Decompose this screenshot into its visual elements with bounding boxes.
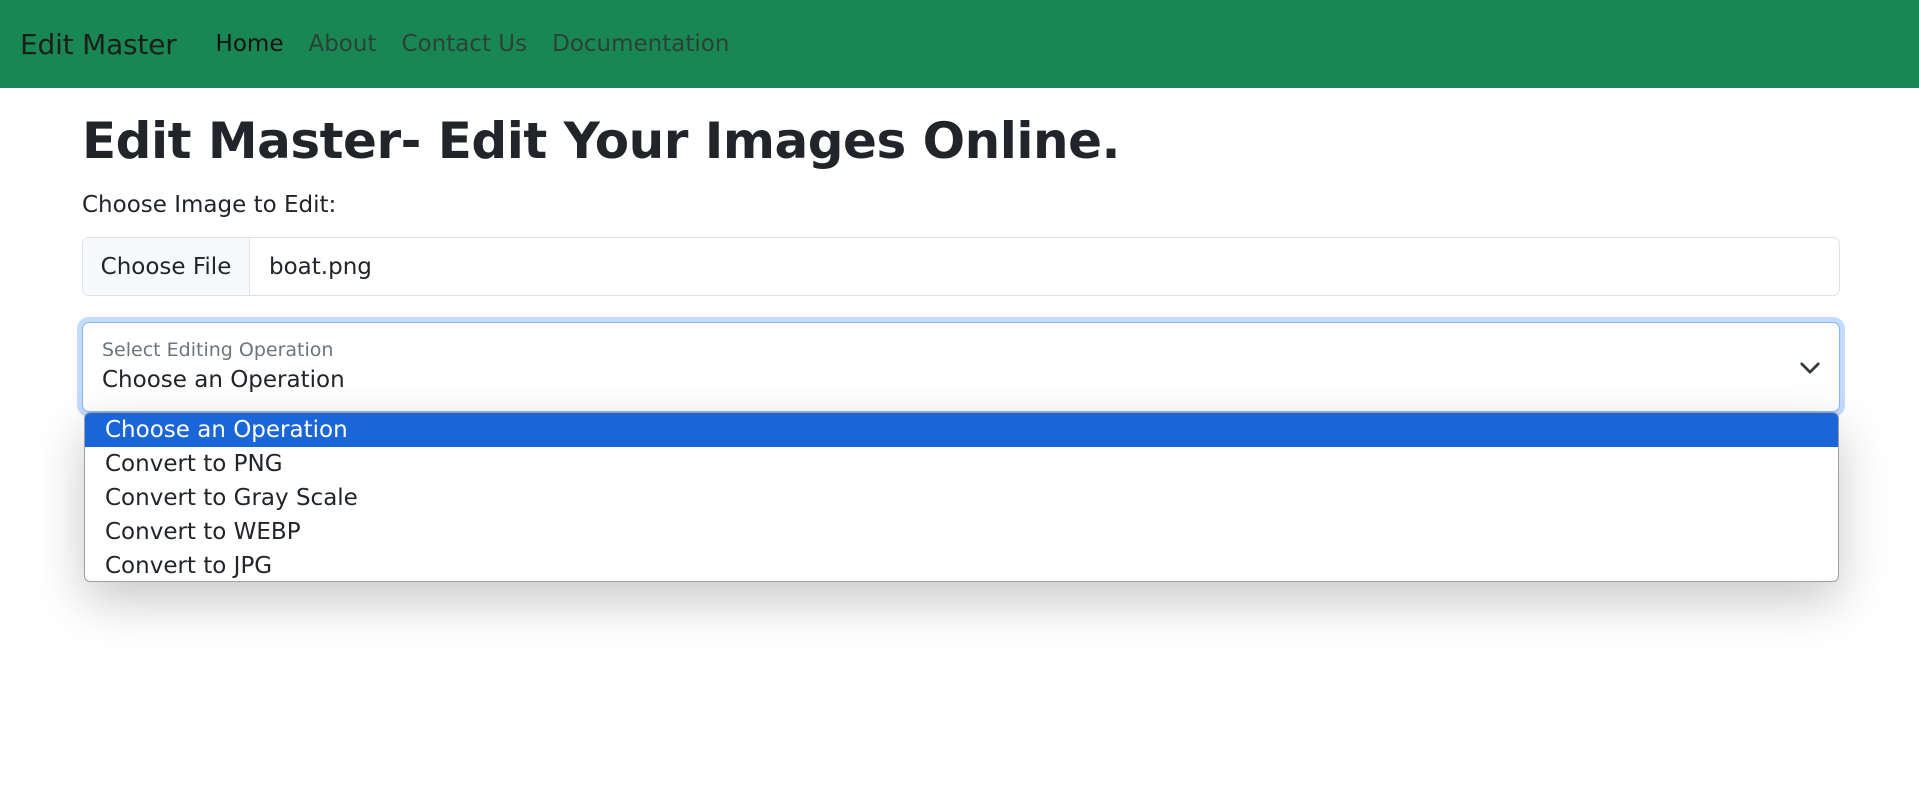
chevron-down-icon (1800, 362, 1820, 374)
file-input-label: Choose Image to Edit: (82, 192, 337, 218)
nav-link-documentation[interactable]: Documentation (552, 31, 729, 57)
option-convert-to-png[interactable]: Convert to PNG (85, 447, 1838, 481)
nav-link-contact-us[interactable]: Contact Us (401, 31, 527, 57)
selected-file-name: boat.png (269, 253, 372, 280)
option-convert-to-gray-scale[interactable]: Convert to Gray Scale (85, 481, 1838, 515)
file-input[interactable]: Choose File boat.png (82, 237, 1840, 296)
option-convert-to-webp[interactable]: Convert to WEBP (85, 515, 1838, 549)
page-title: Edit Master- Edit Your Images Online. (82, 112, 1121, 170)
choose-file-button[interactable]: Choose File (83, 238, 250, 295)
operation-dropdown-list: Choose an Operation Convert to PNG Conve… (84, 412, 1839, 582)
navbar-brand[interactable]: Edit Master (20, 28, 177, 61)
option-choose-an-operation[interactable]: Choose an Operation (85, 413, 1838, 447)
nav-link-home[interactable]: Home (216, 31, 284, 57)
operation-select-label: Select Editing Operation (102, 339, 334, 361)
nav-link-about[interactable]: About (308, 31, 376, 57)
navbar: Edit Master Home About Contact Us Docume… (0, 0, 1919, 88)
operation-select-value: Choose an Operation (102, 367, 345, 393)
option-convert-to-jpg[interactable]: Convert to JPG (85, 549, 1838, 581)
operation-select[interactable]: Select Editing Operation Choose an Opera… (82, 322, 1840, 412)
